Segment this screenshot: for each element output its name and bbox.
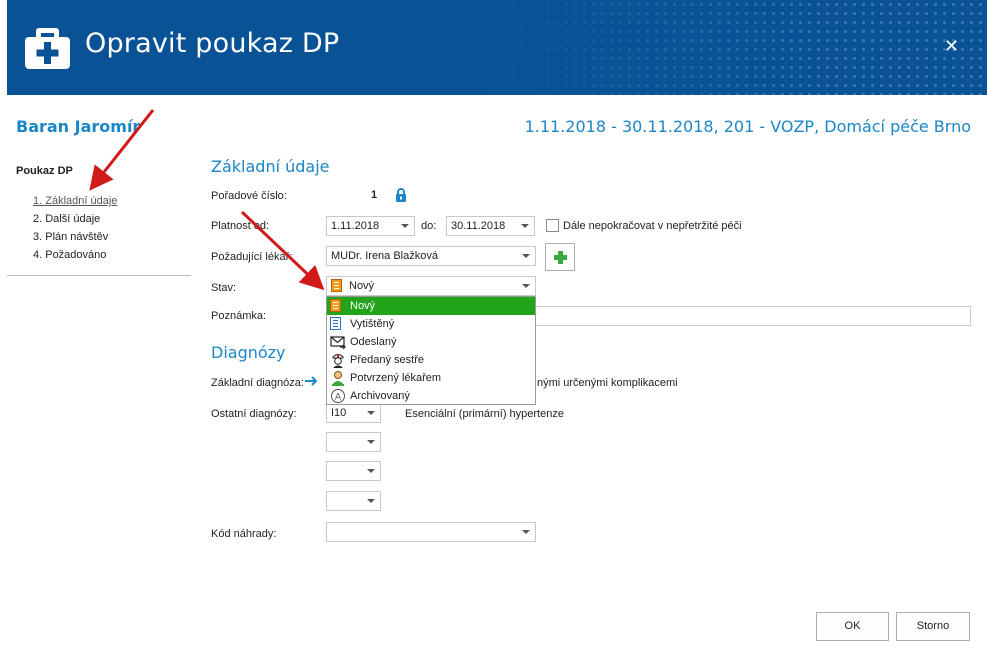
ostatni-diagnoza-select-1[interactable]: I10 <box>326 403 381 423</box>
platnost-od-value: 1.11.2018 <box>331 220 380 232</box>
chevron-down-icon <box>367 440 375 444</box>
doctor-icon <box>332 371 344 386</box>
medical-kit-icon <box>25 28 70 69</box>
orange-document-icon <box>330 299 341 312</box>
ostatni-diagnoza-description: Esenciální (primární) hypertenze <box>405 408 564 420</box>
close-icon[interactable]: ✕ <box>944 37 959 55</box>
section-title-zakladni-udaje: Základní údaje <box>211 157 330 176</box>
stav-value: Nový <box>349 280 375 292</box>
zakladni-diagnoza-description: nými určenými komplikacemi <box>537 377 678 389</box>
nav-item-plan-navstev[interactable]: 3. Plán návštěv <box>33 231 108 243</box>
window-title: Opravit poukaz DP <box>85 28 340 59</box>
stav-option-label: Vytištěný <box>350 318 395 330</box>
stav-option-label: Archivovaný <box>350 390 410 402</box>
dale-nepokracovat-checkbox[interactable] <box>546 219 559 232</box>
envelope-icon <box>330 336 346 350</box>
platnost-od-label: Platnost od: <box>211 220 270 232</box>
archive-icon: A <box>331 389 345 403</box>
blue-document-icon <box>330 317 341 330</box>
kod-nahrady-select[interactable] <box>326 522 536 542</box>
ok-button[interactable]: OK <box>816 612 889 641</box>
dale-nepokracovat-label: Dále nepokračovat v nepřetržité péči <box>563 220 742 232</box>
nav-title: Poukaz DP <box>16 165 73 177</box>
chevron-down-icon <box>367 469 375 473</box>
arrow-right-icon[interactable] <box>304 375 318 387</box>
stav-select[interactable]: Nový <box>326 276 536 296</box>
stav-option-label: Potvrzený lékařem <box>350 372 442 384</box>
nav-item-dalsi-udaje[interactable]: 2. Další údaje <box>33 213 100 225</box>
stav-option-predany-sestre[interactable]: Předaný sestře <box>327 351 535 369</box>
stav-label: Stav: <box>211 282 237 294</box>
orange-document-icon <box>331 279 342 292</box>
stav-option-vytisteny[interactable]: Vytištěný <box>327 315 535 333</box>
window-header: Opravit poukaz DP ✕ <box>7 0 987 95</box>
stav-option-label: Předaný sestře <box>350 354 424 366</box>
chevron-down-icon <box>522 530 530 534</box>
stav-option-odeslany[interactable]: Odeslaný <box>327 333 535 351</box>
kod-nahrady-label: Kód náhrady: <box>211 528 277 540</box>
pozadujici-lekar-select[interactable]: MUDr. Irena Blažková <box>326 246 536 266</box>
chevron-down-icon <box>367 499 375 503</box>
nav-item-pozadovano[interactable]: 4. Požadováno <box>33 249 106 261</box>
chevron-down-icon <box>367 411 375 415</box>
poradove-cislo-value: 1 <box>371 189 378 201</box>
add-doctor-button[interactable] <box>545 243 575 271</box>
stav-option-label: Nový <box>350 300 376 312</box>
platnost-do-label: do: <box>421 220 437 232</box>
header-dot-pattern <box>472 0 987 95</box>
svg-text:A: A <box>335 393 342 403</box>
stav-option-potvrzeny-lekarem[interactable]: Potvrzený lékařem <box>327 369 535 387</box>
platnost-od-date-picker[interactable]: 1.11.2018 <box>326 216 415 236</box>
stav-option-label: Odeslaný <box>350 336 397 348</box>
storno-button[interactable]: Storno <box>896 612 970 641</box>
ostatni-diagnoza-select-3[interactable] <box>326 461 381 481</box>
period-info: 1.11.2018 - 30.11.2018, 201 - VOZP, Domá… <box>524 117 971 136</box>
ostatni-diagnoza-code: I10 <box>331 407 347 419</box>
zakladni-diagnoza-label: Základní diagnóza: <box>211 377 304 389</box>
platnost-do-value: 30.11.2018 <box>451 220 506 232</box>
platnost-do-date-picker[interactable]: 30.11.2018 <box>446 216 535 236</box>
chevron-down-icon <box>401 224 409 228</box>
stav-option-archivovany[interactable]: A Archivovaný <box>327 387 535 405</box>
patient-name: Baran Jaromír <box>16 117 141 136</box>
stav-option-novy[interactable]: Nový <box>327 297 535 315</box>
nav-divider <box>7 275 191 276</box>
chevron-down-icon <box>522 284 530 288</box>
ostatni-diagnoza-select-4[interactable] <box>326 491 381 511</box>
stav-dropdown-list: Nový Vytištěný Odeslaný Předaný sestře P… <box>326 296 536 405</box>
nurse-icon <box>332 354 344 368</box>
pozadujici-lekar-label: Požadující lékař: <box>211 251 293 263</box>
poznamka-label: Poznámka: <box>211 310 267 322</box>
chevron-down-icon <box>522 254 530 258</box>
ostatni-diagnozy-label: Ostatní diagnózy: <box>211 408 297 420</box>
ostatni-diagnoza-select-2[interactable] <box>326 432 381 452</box>
lock-icon <box>396 188 406 202</box>
pozadujici-lekar-value: MUDr. Irena Blažková <box>331 250 438 262</box>
chevron-down-icon <box>521 224 529 228</box>
nav-item-zakladni-udaje[interactable]: 1. Základní údaje <box>33 195 117 207</box>
poradove-cislo-label: Pořadové číslo: <box>211 190 287 202</box>
section-title-diagnozy: Diagnózy <box>211 343 286 362</box>
